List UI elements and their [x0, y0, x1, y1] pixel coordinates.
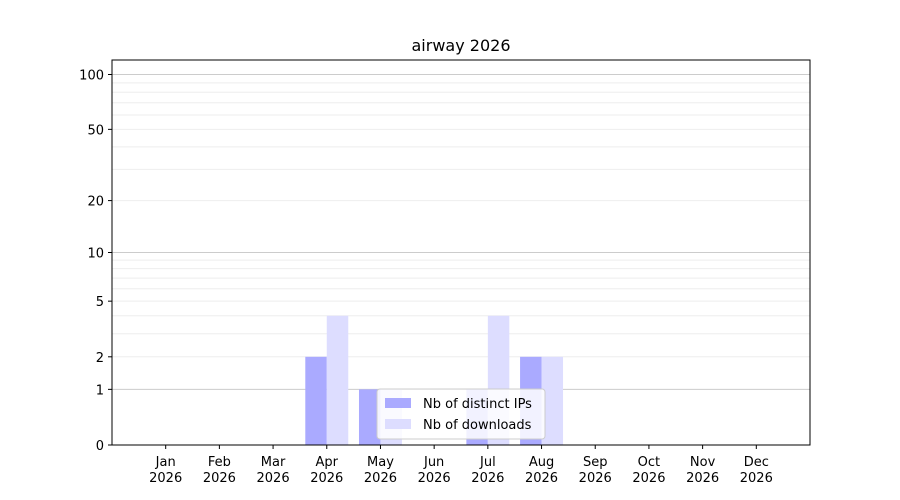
y-tick-label: 2	[96, 351, 104, 366]
bar-distinct-ips	[305, 356, 327, 445]
x-tick-label-year: 2026	[579, 471, 612, 486]
x-tick-label-year: 2026	[364, 471, 397, 486]
y-tick-label: 5	[96, 295, 104, 310]
y-axis: 0 1 2 5 10 20 50 100	[79, 69, 112, 454]
x-tick-label-month: Oct	[638, 455, 660, 470]
x-tick-label-month: Jul	[479, 455, 496, 470]
y-tick-label: 100	[79, 69, 104, 84]
x-tick-label-month: Sep	[583, 455, 608, 470]
grid-lines	[112, 74, 810, 390]
y-tick-label: 1	[96, 383, 104, 398]
x-tick-label-year: 2026	[418, 471, 451, 486]
legend-label-downloads: Nb of downloads	[423, 418, 532, 433]
x-tick-label-month: Feb	[208, 455, 231, 470]
x-tick-label-year: 2026	[310, 471, 343, 486]
legend: Nb of distinct IPs Nb of downloads	[376, 388, 546, 440]
bar-downloads	[326, 315, 349, 445]
x-tick-label-year: 2026	[257, 471, 290, 486]
x-tick-label-year: 2026	[686, 471, 719, 486]
x-tick-label-year: 2026	[632, 471, 665, 486]
x-axis: Jan2026Feb2026Mar2026Apr2026May2026Jun20…	[149, 445, 773, 486]
y-tick-label: 10	[87, 247, 104, 262]
x-tick-label-month: Dec	[744, 455, 769, 470]
legend-label-distinct-ips: Nb of distinct IPs	[423, 397, 532, 412]
x-tick-label-year: 2026	[525, 471, 558, 486]
x-tick-label-year: 2026	[471, 471, 504, 486]
x-tick-label-month: Mar	[261, 455, 286, 470]
chart-title: airway 2026	[412, 36, 511, 55]
x-tick-label-month: Aug	[529, 455, 554, 470]
legend-swatch-distinct-ips	[385, 398, 411, 408]
x-tick-label-year: 2026	[149, 471, 182, 486]
x-tick-label-month: May	[367, 455, 394, 470]
chart: airway 2026 0125102050100 Jan2026Feb2026…	[79, 36, 811, 486]
y-tick-label: 20	[87, 195, 104, 210]
y-tick-label: 50	[87, 123, 104, 138]
x-tick-label-year: 2026	[203, 471, 236, 486]
legend-swatch-downloads	[385, 419, 411, 429]
x-tick-label-month: Jun	[423, 455, 444, 470]
x-tick-label-month: Nov	[690, 455, 716, 470]
x-tick-label-year: 2026	[740, 471, 773, 486]
x-tick-label-month: Jan	[155, 455, 176, 470]
y-tick-label: 0	[96, 439, 104, 454]
x-tick-label-month: Apr	[316, 455, 339, 470]
